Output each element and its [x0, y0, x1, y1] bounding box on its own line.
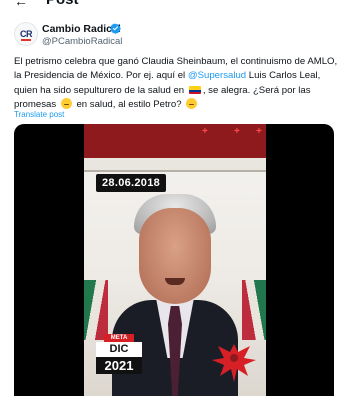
page-title: Post	[46, 0, 79, 8]
avatar-logo: CR	[20, 29, 33, 41]
tweet-text-part-4: en salud, al estilo Petro?	[73, 98, 185, 110]
red-eagle-emblem-icon	[210, 338, 258, 384]
top-bar: ← Post	[0, 0, 350, 14]
plus-icon: +	[256, 126, 262, 137]
meta-label: META	[104, 334, 134, 342]
meta-card: META DIC 2021	[96, 334, 142, 380]
speaker-face	[139, 208, 211, 304]
video-frame: + + + 28.06.2018 META DIC 2021	[84, 124, 266, 396]
plus-icon: +	[234, 126, 240, 137]
author-name[interactable]: Cambio Radical	[42, 23, 121, 35]
meta-month: DIC	[96, 342, 142, 357]
mexico-flag-left	[84, 280, 108, 340]
translate-post-link[interactable]: Translate post	[14, 110, 64, 119]
meta-year: 2021	[96, 357, 142, 374]
plus-icon: +	[202, 126, 208, 137]
avatar[interactable]: CR	[14, 22, 38, 46]
red-backdrop: + + +	[84, 124, 266, 158]
backdrop-ledge	[84, 158, 266, 172]
arrow-left-icon[interactable]: ←	[14, 0, 28, 8]
colombia-flag-icon	[188, 85, 201, 94]
thinking-face-icon	[60, 97, 72, 109]
mexico-flag-right	[242, 280, 266, 340]
author-handle[interactable]: @PCambioRadical	[42, 36, 122, 47]
verified-badge-icon	[110, 23, 121, 34]
date-overlay: 28.06.2018	[96, 174, 167, 192]
tweet-text: El petrismo celebra que ganó Claudia She…	[14, 55, 344, 112]
mention-link[interactable]: @Supersalud	[188, 70, 246, 81]
video-player[interactable]: + + + 28.06.2018 META DIC 2021	[14, 124, 334, 396]
laughing-face-icon	[186, 97, 198, 109]
